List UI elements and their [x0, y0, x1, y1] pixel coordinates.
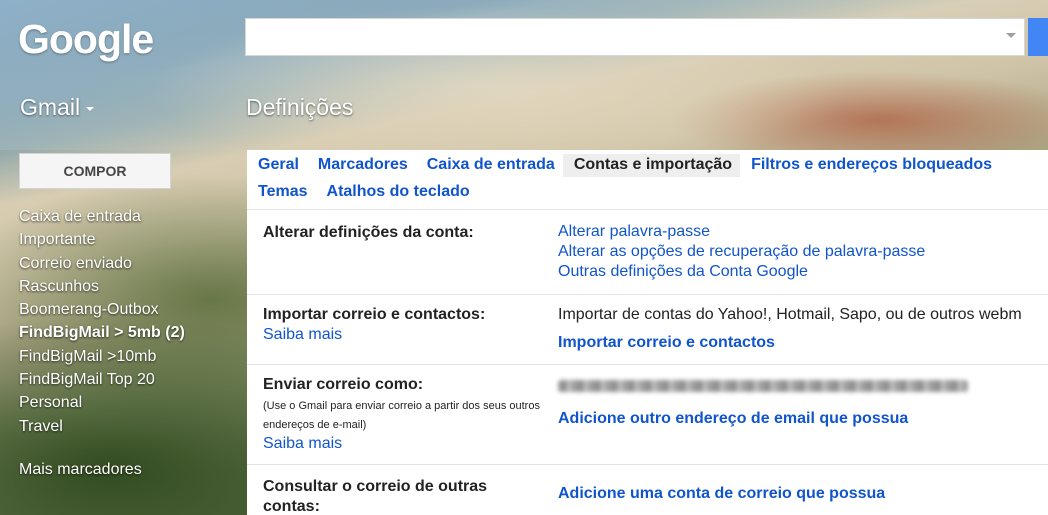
change-recovery-options-link[interactable]: Alterar as opções de recuperação de pala… — [558, 243, 925, 261]
import-mail-contacts-link[interactable]: Importar correio e contactos — [558, 334, 775, 352]
sidebar-labels: Caixa de entrada Importante Correio envi… — [19, 205, 244, 438]
sidebar-item-findbigmail-5mb[interactable]: FindBigMail > 5mb (2) — [19, 321, 244, 344]
learn-more-link[interactable]: Saiba mais — [263, 435, 342, 453]
tab-labels[interactable]: Marcadores — [307, 154, 416, 177]
settings-row-account: Alterar definições da conta: Alterar pal… — [247, 209, 1048, 294]
google-account-settings-link[interactable]: Outras definições da Conta Google — [558, 263, 808, 281]
sidebar-item-inbox[interactable]: Caixa de entrada — [19, 205, 244, 228]
tab-accounts-import[interactable]: Contas e importação — [562, 154, 741, 177]
search-button[interactable] — [1028, 18, 1048, 56]
sidebar-more-labels[interactable]: Mais marcadores — [19, 461, 142, 479]
tab-filters-blocked[interactable]: Filtros e endereços bloqueados — [740, 154, 1000, 177]
tab-keyboard-shortcuts[interactable]: Atalhos do teclado — [316, 181, 478, 204]
search-options-chevron-icon[interactable] — [1006, 33, 1016, 38]
tab-themes[interactable]: Temas — [247, 181, 316, 204]
learn-more-link[interactable]: Saiba mais — [263, 326, 342, 344]
gmail-app-switcher[interactable]: Gmail — [20, 94, 95, 121]
compose-button[interactable]: COMPOR — [19, 153, 171, 189]
google-logo[interactable]: Google — [18, 16, 154, 63]
settings-tabs: Geral Marcadores Caixa de entrada Contas e … — [247, 150, 1048, 206]
sidebar-item-personal[interactable]: Personal — [19, 391, 244, 414]
send-as-note: (Use o Gmail para enviar correio a parti… — [263, 400, 540, 431]
app-name: Gmail — [20, 94, 81, 120]
sidebar-item-findbigmail-top20[interactable]: FindBigMail Top 20 — [19, 368, 244, 391]
sidebar-item-drafts[interactable]: Rascunhos — [19, 275, 244, 298]
settings-row-send-as: Enviar correio como: (Use o Gmail para e… — [247, 364, 1048, 464]
settings-panel: Geral Marcadores Caixa de entrada Contas e … — [247, 150, 1048, 515]
add-email-address-link[interactable]: Adicione outro endereço de email que pos… — [558, 410, 908, 428]
sidebar-item-important[interactable]: Importante — [19, 228, 244, 251]
page-title: Definições — [246, 94, 354, 120]
redacted-email-address — [558, 380, 968, 392]
sidebar-item-sent[interactable]: Correio enviado — [19, 252, 244, 275]
row-label: Alterar definições da conta: — [263, 224, 474, 241]
row-label: Enviar correio como: — [263, 376, 424, 393]
row-label: Importar correio e contactos: — [263, 306, 486, 323]
search-input[interactable] — [245, 18, 1025, 56]
tab-inbox[interactable]: Caixa de entrada — [416, 154, 563, 177]
sidebar-item-boomerang-outbox[interactable]: Boomerang-Outbox — [19, 298, 244, 321]
add-mail-account-link[interactable]: Adicione uma conta de correio que possua — [558, 485, 885, 503]
settings-row-check-mail: Consultar o correio de outras contas: Ad… — [247, 464, 1048, 515]
sidebar-item-findbigmail-10mb[interactable]: FindBigMail >10mb — [19, 345, 244, 368]
chevron-down-icon — [86, 106, 95, 111]
row-label: Consultar o correio de outras contas: — [263, 478, 488, 515]
settings-row-import: Importar correio e contactos: Saiba mais… — [247, 294, 1048, 364]
tab-general[interactable]: Geral — [247, 154, 307, 177]
import-description: Importar de contas do Yahoo!, Hotmail, S… — [558, 306, 1022, 323]
change-password-link[interactable]: Alterar palavra-passe — [558, 223, 710, 241]
sidebar-item-travel[interactable]: Travel — [19, 415, 244, 438]
